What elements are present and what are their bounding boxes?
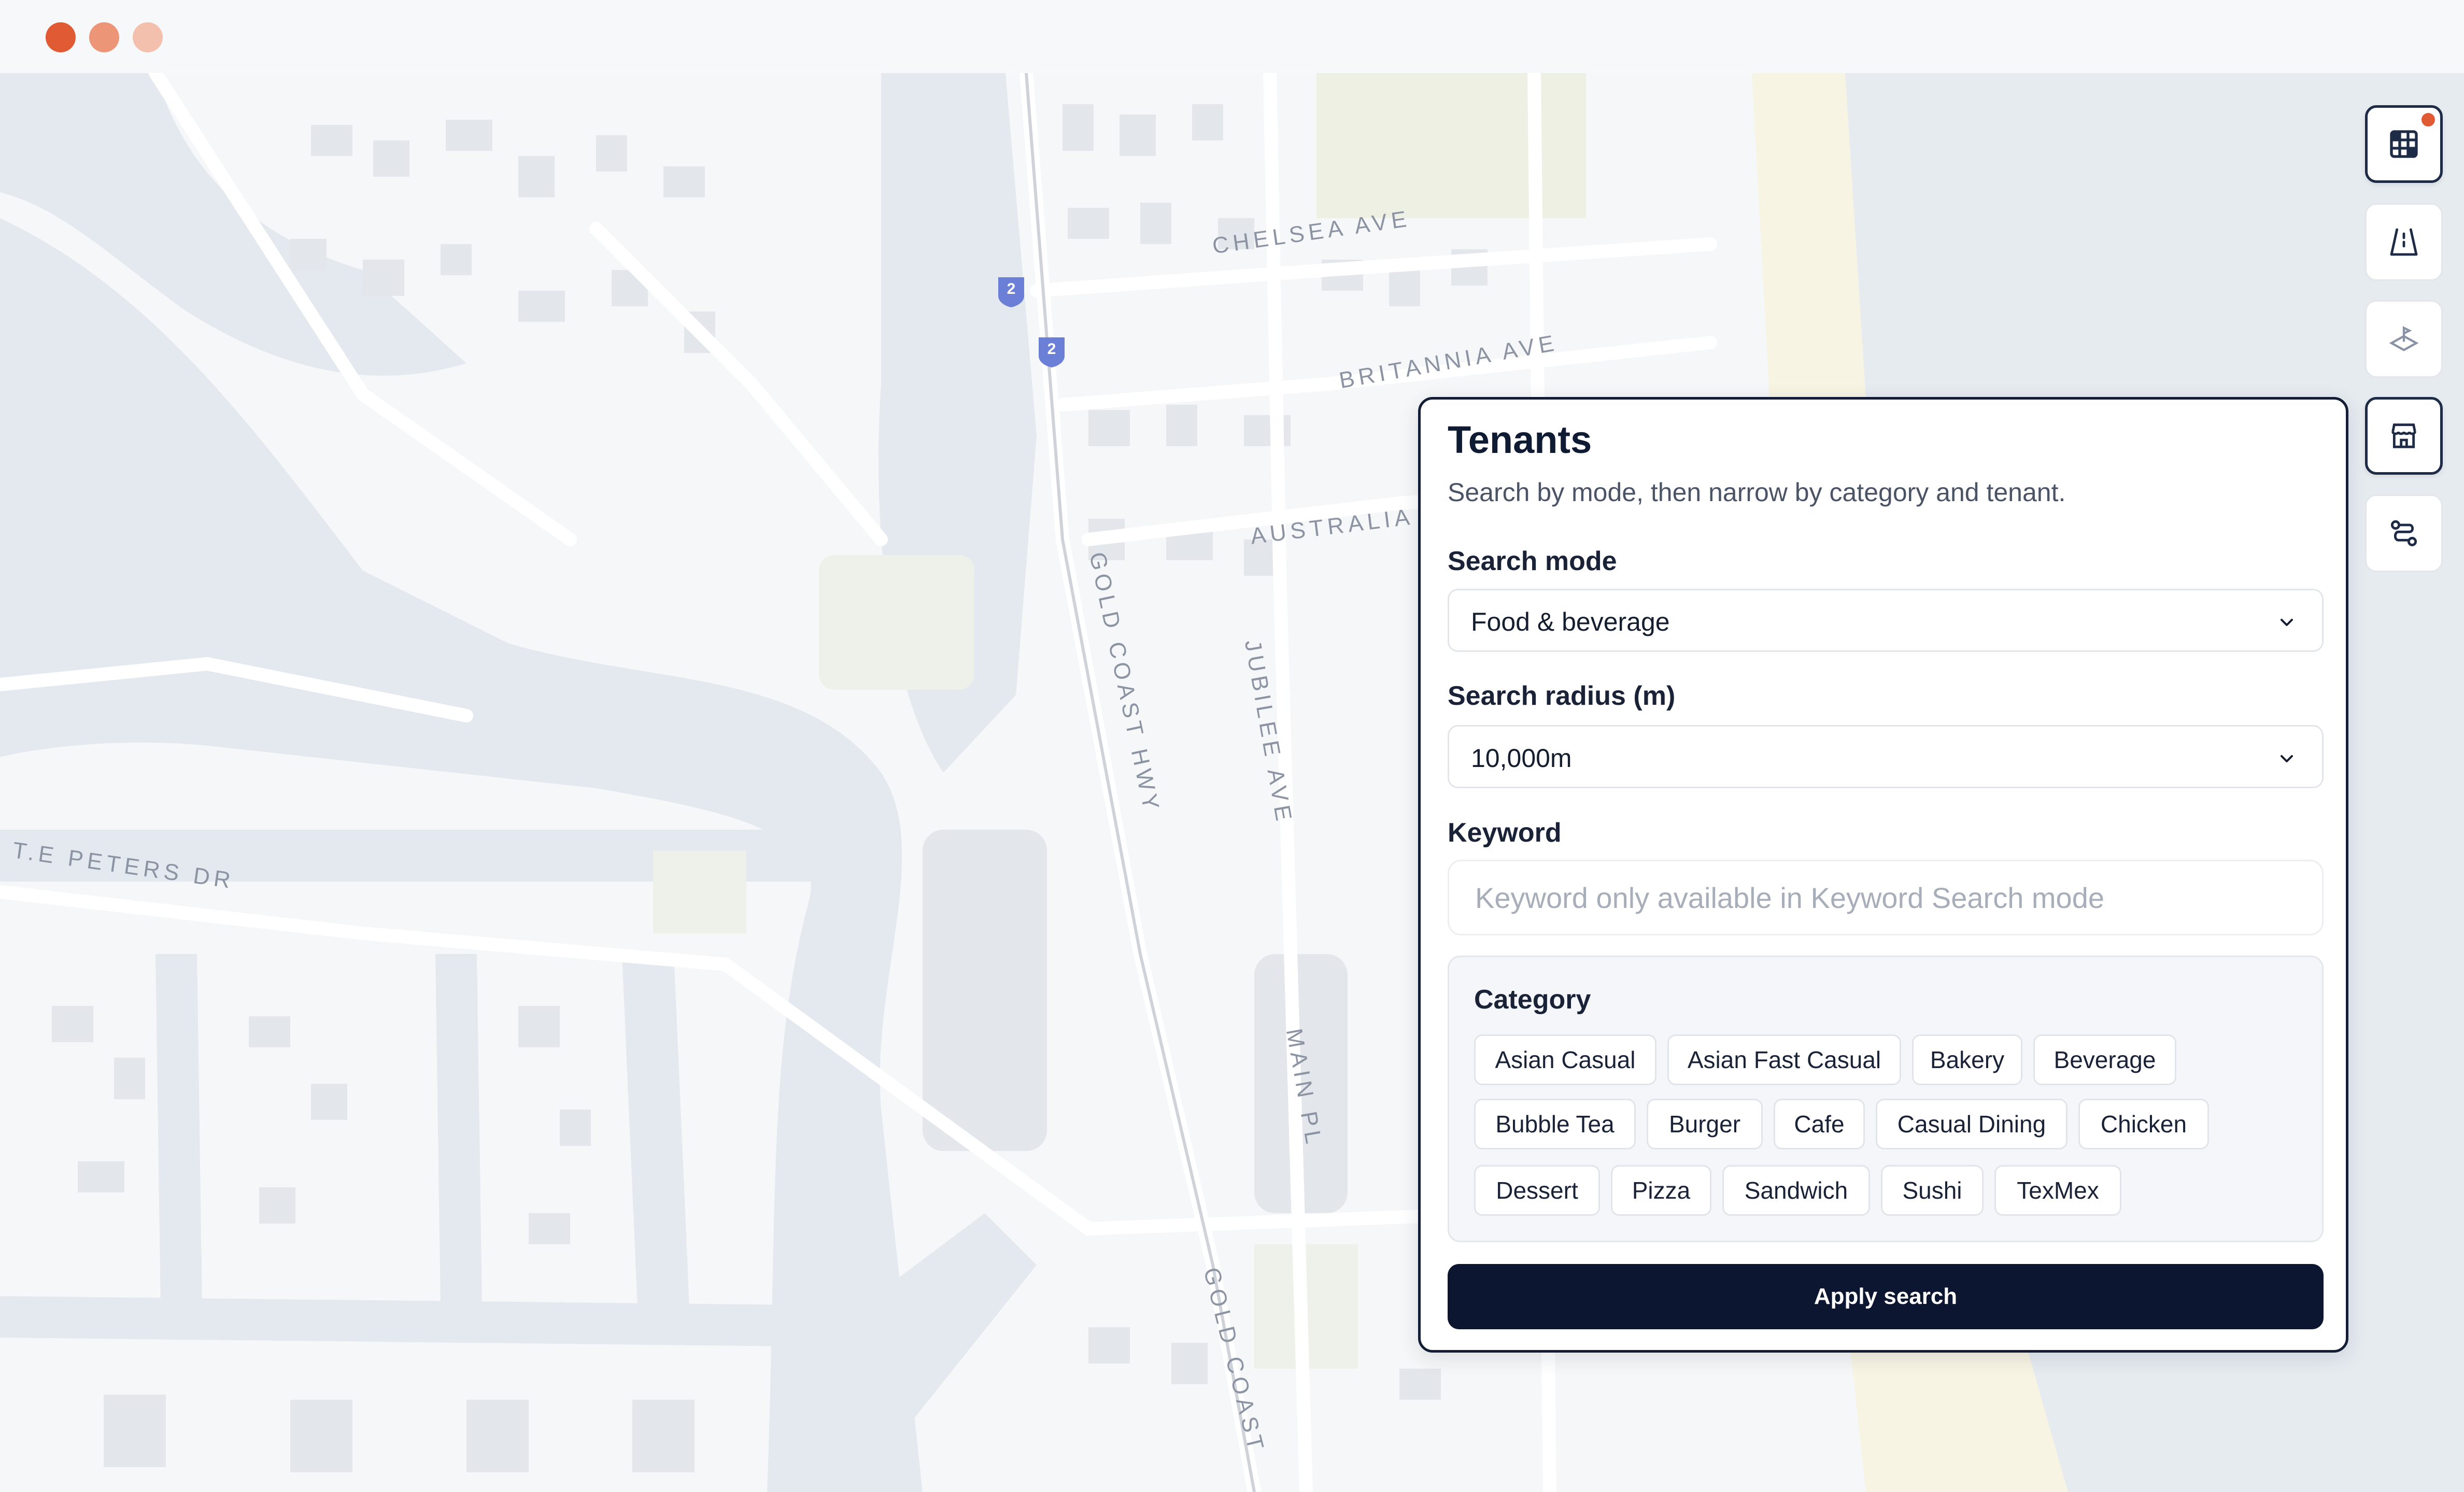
category-section: Category Asian Casual Asian Fast Casual … (1448, 956, 2324, 1242)
highway-2-shield-2: 2 (1037, 335, 1067, 368)
chevron-down-icon (2281, 619, 2293, 626)
category-chip-beverage[interactable]: Beverage (2033, 1034, 2176, 1085)
category-chip-dessert[interactable]: Dessert (1474, 1165, 1600, 1216)
chevron-down-icon (2281, 755, 2293, 762)
road-icon (2390, 228, 2418, 256)
notification-dot (2419, 111, 2437, 129)
grid-icon (2390, 130, 2418, 158)
keyword-label: Keyword (1448, 818, 1562, 848)
search-radius-select[interactable]: 10,000m (1448, 725, 2324, 788)
pin-layer-button[interactable] (2365, 300, 2443, 378)
category-chip-casual-dining[interactable]: Casual Dining (1876, 1099, 2068, 1149)
category-chip-asian-fast-casual[interactable]: Asian Fast Casual (1667, 1034, 1901, 1085)
panel-subtitle: Search by mode, then narrow by category … (1448, 478, 2066, 507)
highway-2-number: 2 (1007, 280, 1016, 297)
grid-layer-button[interactable] (2365, 105, 2443, 183)
title-bar (0, 0, 2464, 74)
search-radius-label: Search radius (m) (1448, 681, 1676, 711)
tenants-layer-button[interactable] (2365, 397, 2443, 475)
highway-2-number-2: 2 (1047, 340, 1056, 358)
panel-title: Tenants (1448, 418, 1592, 461)
category-chip-asian-casual[interactable]: Asian Casual (1474, 1034, 1656, 1085)
highway-2-shield: 2 (996, 275, 1026, 308)
minimize-window-button[interactable] (89, 22, 119, 52)
category-chip-pizza[interactable]: Pizza (1611, 1165, 1711, 1216)
category-label: Category (1474, 985, 1591, 1015)
category-chip-bakery[interactable]: Bakery (1912, 1034, 2022, 1085)
keyword-field-wrapper (1448, 860, 2324, 935)
search-radius-value: 10,000m (1471, 744, 1572, 773)
category-chip-chicken[interactable]: Chicken (2078, 1099, 2209, 1149)
search-mode-label: Search mode (1448, 546, 1617, 576)
category-chip-sandwich[interactable]: Sandwich (1722, 1165, 1870, 1216)
route-layer-button[interactable] (2365, 494, 2443, 572)
category-chip-bubble-tea[interactable]: Bubble Tea (1474, 1099, 1636, 1149)
search-mode-value: Food & beverage (1471, 607, 1670, 636)
map-pin-layer-icon (2389, 326, 2419, 351)
road-layer-button[interactable] (2365, 203, 2443, 281)
category-chip-burger[interactable]: Burger (1647, 1099, 1763, 1149)
store-icon (2391, 423, 2416, 448)
keyword-input[interactable] (1449, 861, 2322, 934)
maximize-window-button[interactable] (133, 22, 163, 52)
route-icon (2390, 520, 2417, 547)
category-chip-cafe[interactable]: Cafe (1774, 1099, 1865, 1149)
close-window-button[interactable] (46, 22, 76, 52)
category-chip-texmex[interactable]: TexMex (1994, 1165, 2121, 1216)
apply-search-button[interactable]: Apply search (1448, 1264, 2324, 1329)
tenants-panel: Tenants Search by mode, then narrow by c… (1418, 397, 2348, 1353)
search-mode-select[interactable]: Food & beverage (1448, 589, 2324, 652)
category-chip-sushi[interactable]: Sushi (1881, 1165, 1984, 1216)
